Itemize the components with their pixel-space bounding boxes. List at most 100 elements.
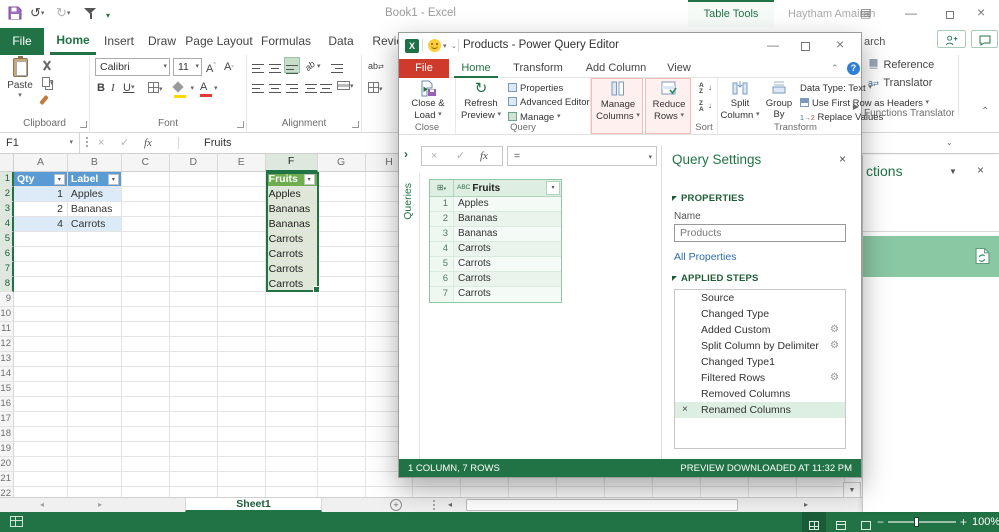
row-header-21[interactable]: 21	[0, 472, 14, 487]
grid-cell-E21[interactable]	[217, 472, 266, 487]
grid-cell-A21[interactable]	[13, 472, 68, 487]
row-header-5[interactable]: 5	[0, 232, 14, 247]
grid-cell-C8[interactable]	[121, 277, 170, 292]
pq-collapse-ribbon-icon[interactable]: ⌃	[831, 63, 839, 74]
grid-cell-B18[interactable]	[67, 427, 122, 442]
qat-dropdown-icon[interactable]: ⌄	[451, 42, 457, 50]
select-all-corner[interactable]	[0, 154, 14, 172]
grid-cell-A2[interactable]: 1	[13, 187, 68, 202]
grid-cell-B8[interactable]	[67, 277, 122, 292]
grid-cell-C11[interactable]	[121, 322, 170, 337]
font-dialog-launcher[interactable]	[237, 121, 244, 128]
preview-row[interactable]: 2 Bananas	[430, 212, 561, 227]
grid-cell-G14[interactable]	[317, 367, 366, 382]
hscroll-left-button[interactable]: ◂	[448, 500, 452, 509]
grid-cell-D13[interactable]	[169, 352, 218, 367]
page-layout-view-button[interactable]	[829, 512, 853, 532]
excel-tab-draw[interactable]: Draw	[140, 28, 184, 55]
font-name-select[interactable]: Calibri ▾	[95, 58, 170, 76]
row-header-6[interactable]: 6	[0, 247, 14, 262]
expand-queries-icon[interactable]: ›	[404, 147, 408, 161]
font-color-dropdown[interactable]: ▾	[214, 84, 218, 92]
queries-strip[interactable]: Queries	[399, 173, 420, 461]
grid-cell-E8[interactable]	[217, 277, 266, 292]
grid-cell-A8[interactable]	[13, 277, 68, 292]
grid-cell-D12[interactable]	[169, 337, 218, 352]
grid-cell-E3[interactable]	[217, 202, 266, 217]
grid-cell-E5[interactable]	[217, 232, 266, 247]
sort-ascending-icon[interactable]: A Z ↓	[699, 82, 712, 95]
grid-cell-D14[interactable]	[169, 367, 218, 382]
number-format-icon[interactable]: ab⇄	[368, 59, 384, 75]
grid-cell-A7[interactable]	[13, 262, 68, 277]
grid-cell-C2[interactable]	[121, 187, 170, 202]
grid-cell-G16[interactable]	[317, 397, 366, 412]
preview-column-header[interactable]: ABC Fruits ▾	[454, 180, 561, 196]
grid-cell-B21[interactable]	[67, 472, 122, 487]
grid-cell-C20[interactable]	[121, 457, 170, 472]
grid-cell-G22[interactable]	[318, 487, 366, 497]
minimize-button[interactable]: —	[905, 6, 917, 20]
grid-cell-F3[interactable]: Bananas	[265, 202, 318, 217]
row-header-15[interactable]: 15	[0, 382, 14, 397]
preview-cell[interactable]: Apples	[454, 197, 561, 211]
preview-row[interactable]: 7 Carrots	[430, 287, 561, 302]
preview-row[interactable]: 5 Carrots	[430, 257, 561, 272]
pq-tab-home[interactable]: Home	[454, 59, 498, 78]
grid-cell-G11[interactable]	[317, 322, 366, 337]
grid-cell-N22[interactable]	[653, 487, 702, 497]
grid-cell-G12[interactable]	[317, 337, 366, 352]
grid-cell-I22[interactable]	[413, 487, 462, 497]
grid-cell-M22[interactable]	[605, 487, 654, 497]
zoom-slider[interactable]	[888, 521, 956, 523]
redo-button[interactable]: ↻▾	[56, 5, 70, 22]
grid-cell-B22[interactable]	[68, 487, 122, 497]
grid-cell-D7[interactable]	[169, 262, 218, 277]
step-settings-gear-icon[interactable]: ⚙	[830, 338, 839, 354]
row-header-12[interactable]: 12	[0, 337, 14, 352]
grid-cell-A12[interactable]	[13, 337, 68, 352]
grid-cell-F1[interactable]: Fruits ▾	[265, 172, 318, 187]
grid-cell-E10[interactable]	[217, 307, 266, 322]
filter-icon[interactable]	[84, 7, 97, 24]
grid-cell-A15[interactable]	[13, 382, 68, 397]
italic-button[interactable]: I	[111, 81, 115, 95]
qat-customize-button[interactable]: ▾	[106, 8, 110, 24]
grid-cell-D18[interactable]	[169, 427, 218, 442]
grid-cell-D19[interactable]	[169, 442, 218, 457]
grid-cell-B7[interactable]	[67, 262, 122, 277]
grid-cell-C17[interactable]	[121, 412, 170, 427]
grid-cell-G20[interactable]	[317, 457, 366, 472]
pq-formula-input[interactable]: = ▾	[507, 146, 657, 166]
grid-cell-A11[interactable]	[13, 322, 68, 337]
format-table-icon[interactable]: ▾	[368, 82, 383, 97]
increase-indent-icon[interactable]	[318, 77, 334, 93]
grid-cell-D1[interactable]	[169, 172, 218, 187]
grid-cell-D10[interactable]	[169, 307, 218, 322]
row-header-1[interactable]: 1	[0, 172, 14, 187]
applied-step[interactable]: Added Custom ⚙	[675, 322, 845, 338]
fill-color-icon[interactable]: ▾	[172, 81, 194, 98]
grid-cell-C9[interactable]	[121, 292, 170, 307]
grid-cell-D5[interactable]	[169, 232, 218, 247]
excel-tab-page-layout[interactable]: Page Layout	[184, 28, 254, 55]
row-header-14[interactable]: 14	[0, 367, 14, 382]
pq-minimize-button[interactable]: —	[767, 38, 779, 52]
grid-cell-C3[interactable]	[121, 202, 170, 217]
grid-cell-A16[interactable]	[13, 397, 68, 412]
sort-descending-icon[interactable]: Z A ↓	[699, 100, 712, 113]
row-header-9[interactable]: 9	[0, 292, 14, 307]
pane-close-icon[interactable]: ×	[977, 163, 984, 177]
orientation-icon[interactable]: ab	[302, 57, 319, 74]
column-header-B[interactable]: B	[67, 154, 122, 172]
grid-cell-G10[interactable]	[317, 307, 366, 322]
grid-cell-B1[interactable]: Label ▾	[67, 172, 122, 187]
pq-check-icon[interactable]: ✓	[456, 147, 465, 166]
grid-cell-G21[interactable]	[317, 472, 366, 487]
grid-cell-E14[interactable]	[217, 367, 266, 382]
grid-cell-F12[interactable]	[265, 337, 318, 352]
normal-view-button[interactable]	[802, 512, 826, 532]
decrease-font-icon[interactable]: Aˇ	[224, 60, 234, 77]
page-break-view-button[interactable]	[854, 512, 878, 532]
grid-cell-D15[interactable]	[169, 382, 218, 397]
